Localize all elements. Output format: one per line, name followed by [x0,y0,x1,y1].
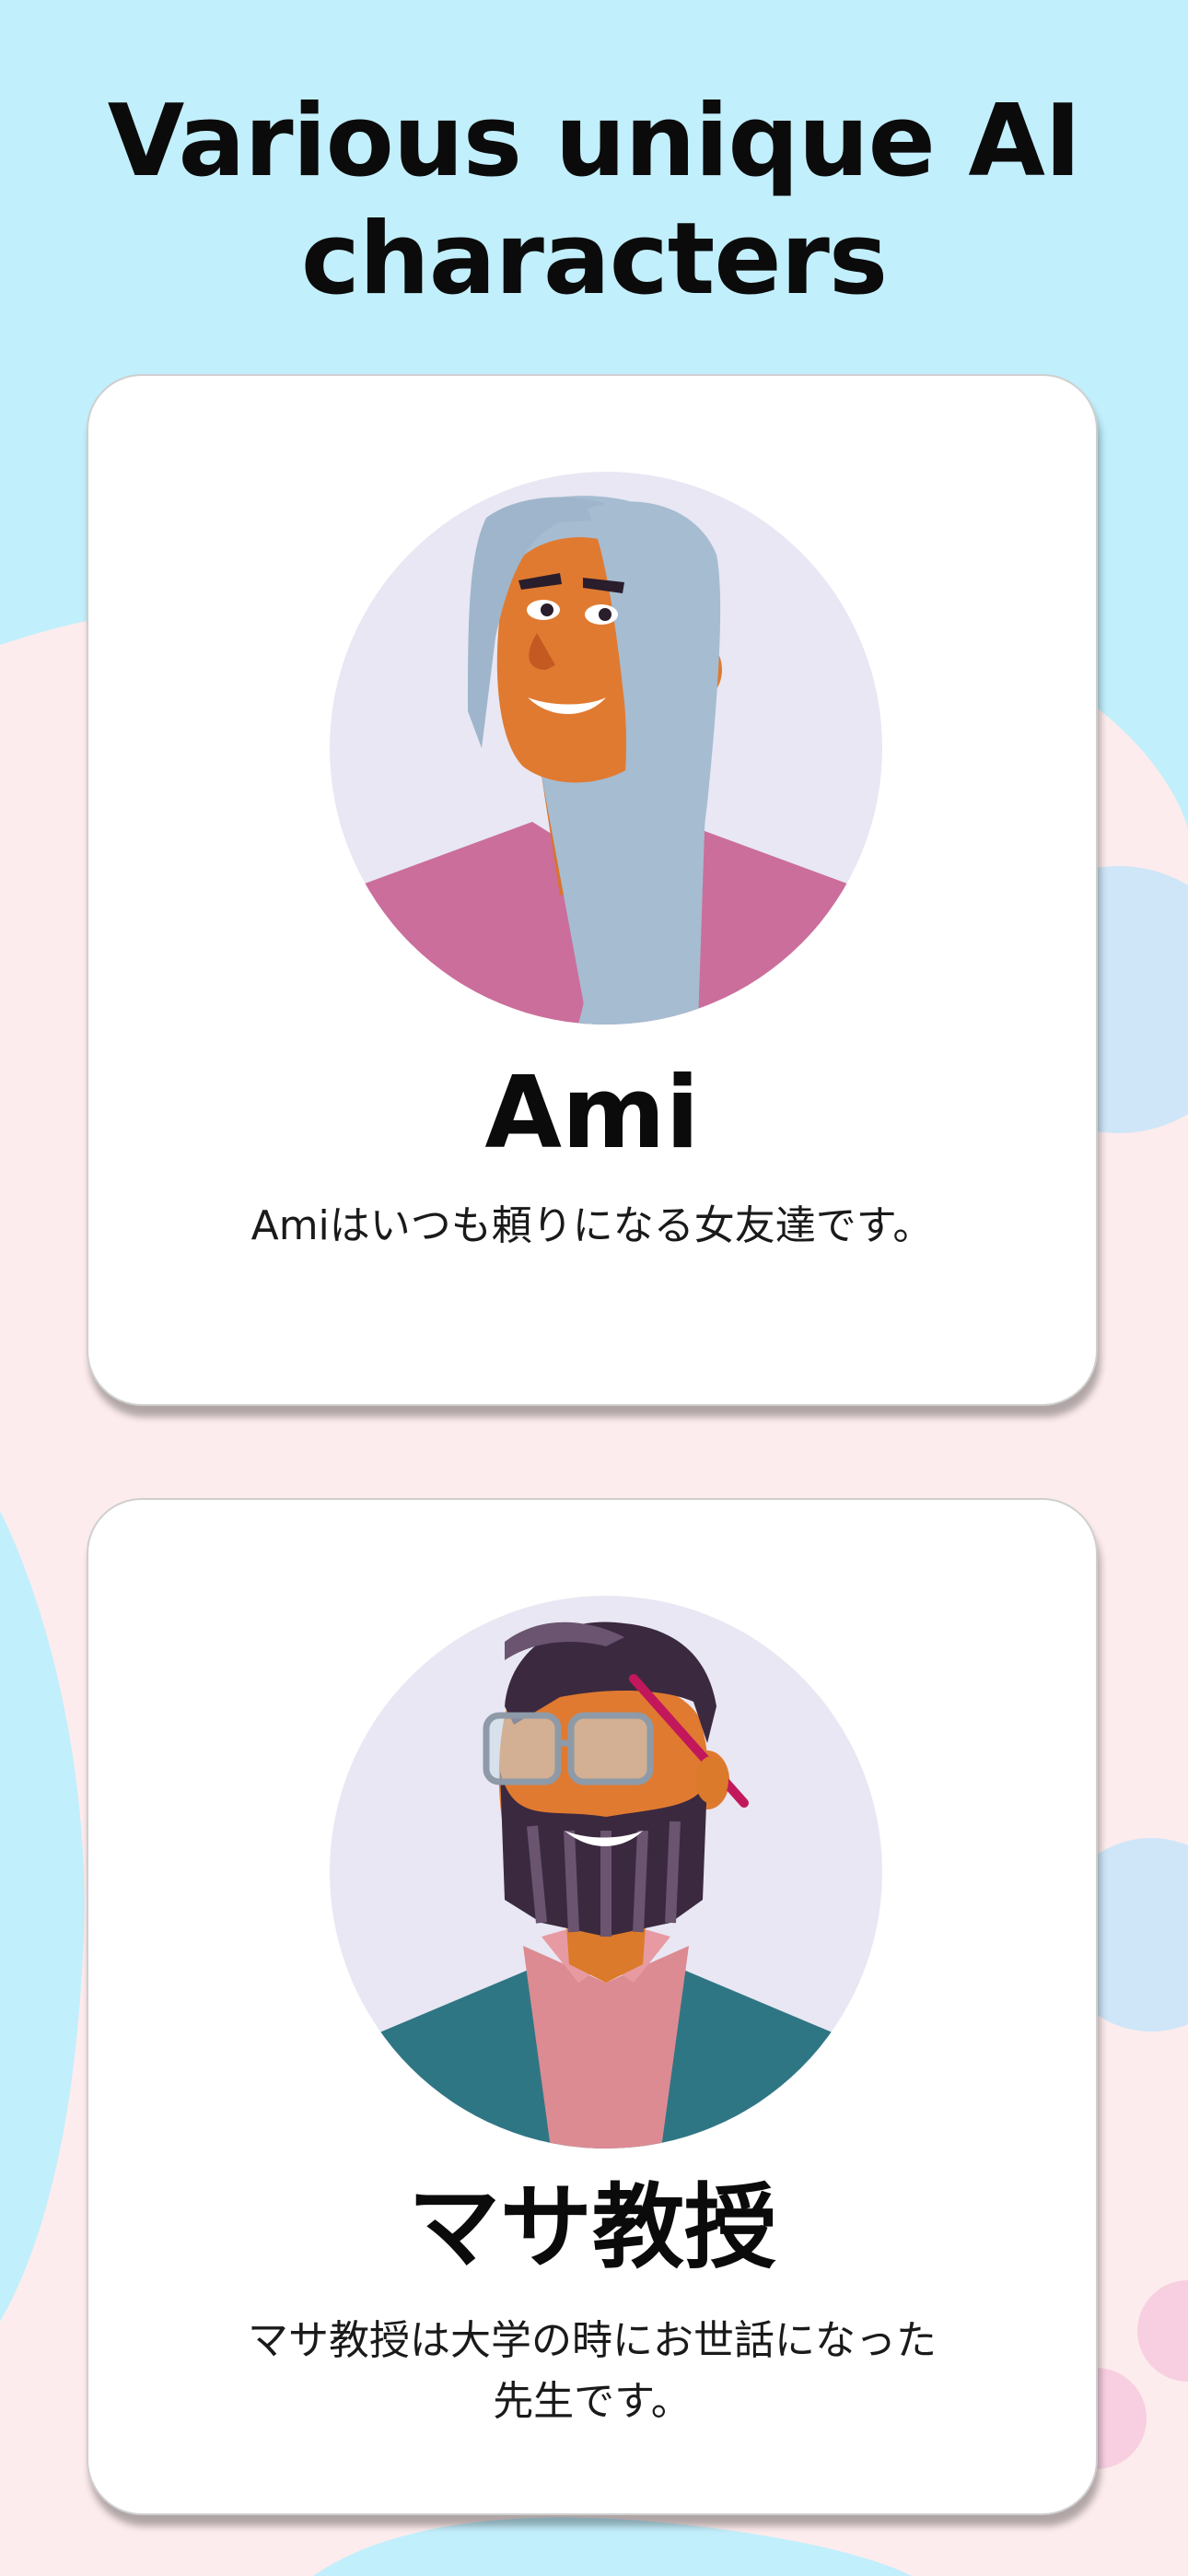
character-description: マサ教授は大学の時にお世話になった 先生です。 [125,2311,1059,2432]
page-title-line-1: Various unique AI [107,84,1081,199]
character-card-masa[interactable]: マサ教授 マサ教授は大学の時にお世話になった 先生です。 [87,1498,1098,2515]
character-name: Ami [484,1056,700,1171]
woman-avatar-icon [330,472,882,1025]
page-title: Various unique AI characters [0,83,1188,319]
character-description-line-1: マサ教授は大学の時にお世話になった [248,2317,937,2364]
character-description: Amiはいつも頼りになる女友達です。 [250,1202,934,1249]
bearded-professor-avatar-icon [330,1596,882,2149]
character-card-ami[interactable]: Ami Amiはいつも頼りになる女友達です。 [87,374,1098,1406]
character-description-line-2: 先生です。 [493,2378,692,2425]
character-name: マサ教授 [408,2173,776,2281]
app-screen: { "header": { "title_line1": "Various un… [0,0,1188,2576]
page-title-line-2: characters [300,202,888,317]
